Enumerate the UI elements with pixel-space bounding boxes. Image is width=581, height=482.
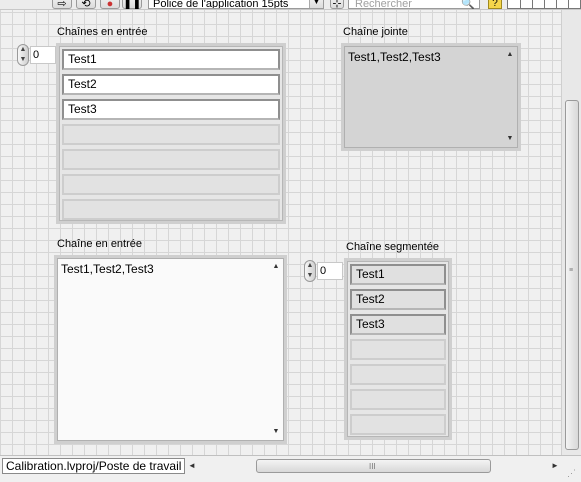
array-element-empty[interactable]	[62, 149, 280, 170]
resize-grip-icon[interactable]: ⋰	[567, 468, 579, 480]
grip-icon: ≡	[569, 267, 574, 274]
array-element-empty[interactable]	[62, 199, 280, 220]
joined-string-scrollbar[interactable]: ▲ ▼	[504, 49, 516, 145]
scroll-down-icon[interactable]: ▼	[270, 426, 282, 438]
input-string-value[interactable]: Test1,Test2,Test3	[61, 262, 154, 276]
chevron-down-icon[interactable]: ▼	[309, 0, 323, 8]
help-icon[interactable]: ?	[488, 0, 502, 9]
grip-icon: III	[369, 462, 376, 471]
scroll-thumb[interactable]: III	[256, 459, 491, 473]
segmented-array-label: Chaîne segmentée	[346, 241, 439, 253]
index-value[interactable]: 0	[317, 262, 343, 280]
scroll-thumb[interactable]: ≡	[565, 100, 579, 450]
font-select[interactable]: Police de l'application 15pts ▼	[148, 0, 324, 9]
font-select-value: Police de l'application 15pts	[153, 0, 289, 9]
array-element[interactable]: Test3	[62, 99, 280, 120]
joined-string-label: Chaîne jointe	[343, 26, 408, 38]
array-element-empty[interactable]	[350, 389, 446, 410]
toolbar: ⇨ ⟲ ● ❚❚ Police de l'application 15pts ▼…	[0, 0, 581, 10]
joined-string-indicator: Test1,Test2,Test3 ▲ ▼	[341, 43, 521, 151]
run-arrow-icon[interactable]: ⇨	[52, 0, 72, 9]
input-string-scrollbar[interactable]: ▲ ▼	[270, 261, 282, 438]
window-horizontal-scrollbar[interactable]: ◄ III ►	[186, 458, 561, 474]
run-continuous-icon[interactable]: ⟲	[76, 0, 96, 9]
pause-icon[interactable]: ❚❚	[122, 0, 142, 9]
array-element-empty[interactable]	[350, 414, 446, 435]
array-element[interactable]: Test1	[350, 264, 446, 285]
input-array-index[interactable]: ▲ ▼ 0	[17, 44, 57, 66]
array-element-empty[interactable]	[62, 124, 280, 145]
search-input[interactable]: Rechercher 🔍	[348, 0, 480, 9]
array-element[interactable]: Test2	[62, 74, 280, 95]
abort-icon[interactable]: ●	[100, 0, 120, 9]
array-element[interactable]: Test1	[62, 49, 280, 70]
status-bar: Calibration.lvproj/Poste de travail ◄ II…	[0, 455, 581, 482]
array-element-empty[interactable]	[62, 174, 280, 195]
align-icon[interactable]: ⊹	[330, 0, 344, 9]
joined-string-value: Test1,Test2,Test3	[348, 50, 441, 64]
window-vertical-scrollbar[interactable]: ≡	[561, 10, 581, 455]
project-context[interactable]: Calibration.lvproj/Poste de travail	[2, 458, 186, 474]
scroll-right-icon[interactable]: ►	[549, 458, 561, 474]
input-string-control[interactable]: Test1,Test2,Test3 ▲ ▼	[54, 255, 287, 444]
scroll-up-icon[interactable]: ▲	[504, 49, 516, 61]
index-value[interactable]: 0	[30, 46, 56, 64]
array-element[interactable]: Test2	[350, 289, 446, 310]
segmented-array: Test1 Test2 Test3	[344, 258, 452, 440]
connector-pane-icon	[507, 0, 581, 9]
search-icon[interactable]: 🔍	[461, 0, 475, 9]
scroll-left-icon[interactable]: ◄	[186, 458, 198, 474]
array-element[interactable]: Test3	[350, 314, 446, 335]
scroll-down-icon[interactable]: ▼	[504, 133, 516, 145]
scroll-up-icon[interactable]: ▲	[270, 261, 282, 273]
array-element-empty[interactable]	[350, 339, 446, 360]
array-element-empty[interactable]	[350, 364, 446, 385]
search-placeholder: Rechercher	[355, 0, 412, 10]
index-spinner-icon[interactable]: ▲ ▼	[17, 44, 29, 66]
input-array-label: Chaînes en entrée	[57, 26, 148, 38]
index-spinner-icon[interactable]: ▲ ▼	[304, 260, 316, 282]
segmented-array-index[interactable]: ▲ ▼ 0	[304, 260, 344, 282]
input-string-label: Chaîne en entrée	[57, 238, 143, 250]
input-array: Test1 Test2 Test3	[56, 43, 286, 224]
